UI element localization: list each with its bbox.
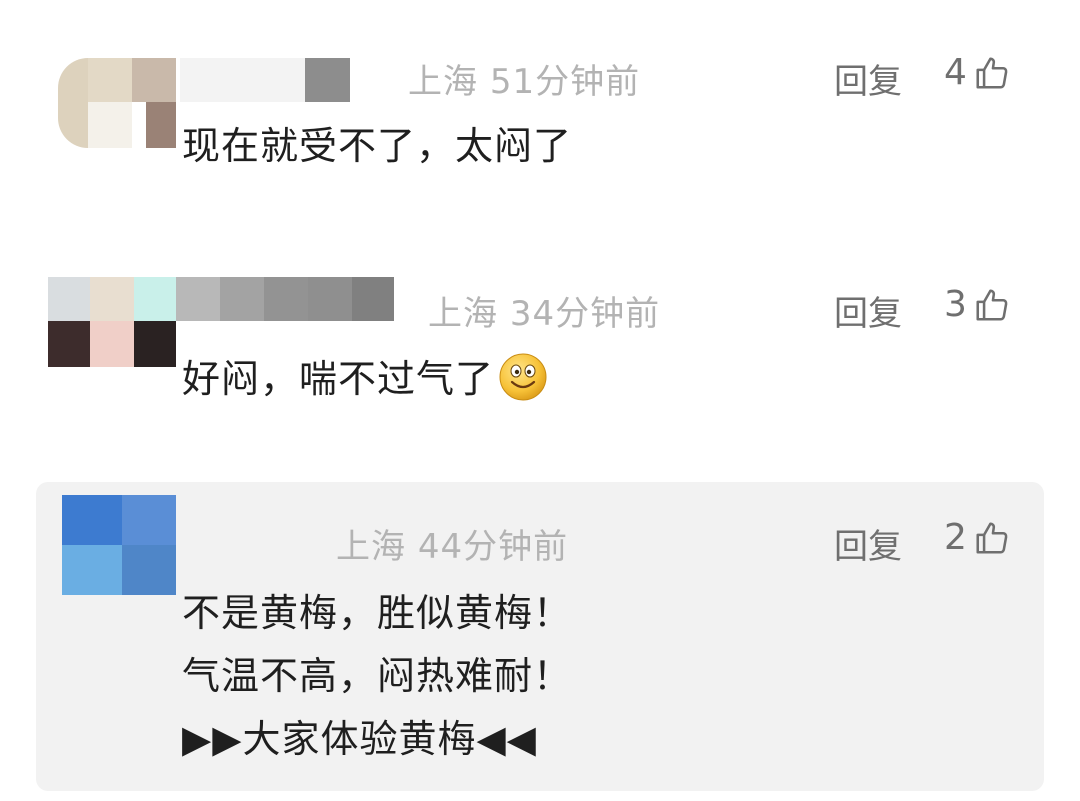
avatar[interactable] [58,58,176,148]
comment-text: 现在就受不了，太闷了 [182,115,572,178]
comment-location: 上海 [336,527,406,567]
comment-time: 34分钟前 [509,294,661,334]
like-count: 2 [944,517,967,558]
reply-button[interactable]: 回复 [834,519,902,568]
comment-time: 51分钟前 [489,62,641,102]
comment-item: 上海 34分钟前 回复 3 好闷，喘不过气了 [0,250,1080,460]
reply-button[interactable]: 回复 [834,286,902,335]
comment-line: ▶▶大家体验黄梅◀◀ [182,717,537,761]
thumbs-up-icon [976,56,1008,89]
like-count: 3 [944,284,967,325]
comment-line: 好闷，喘不过气了 [182,348,548,411]
comment-location: 上海 [408,62,478,102]
comment-meta: 上海 51分钟前 [408,54,640,103]
comment-location: 上海 [428,294,498,334]
thumbs-up-icon [976,521,1008,554]
like-button[interactable]: 4 [944,52,1011,93]
comment-line: 现在就受不了，太闷了 [182,124,573,168]
like-button[interactable]: 2 [944,517,1011,558]
comment-line: 气温不高，闷热难耐！ [182,654,573,698]
username-blurred[interactable] [180,58,350,102]
comment-line-text: 好闷，喘不过气了 [182,357,495,401]
comment-item-highlighted: 上海 44分钟前 回复 2 不是黄梅，胜似黄梅！ 气温不高，闷热难耐！ ▶▶大家… [36,482,1044,791]
comment-text: 好闷，喘不过气了 [182,348,548,411]
like-count: 4 [944,52,967,93]
smile-emoji-icon [499,353,547,401]
comment-text: 不是黄梅，胜似黄梅！ 气温不高，闷热难耐！ ▶▶大家体验黄梅◀◀ [182,582,572,771]
like-button[interactable]: 3 [944,284,1011,325]
comment-line: 不是黄梅，胜似黄梅！ [182,591,573,635]
avatar[interactable] [62,495,176,595]
comment-meta: 上海 34分钟前 [428,286,660,335]
comment-time: 44分钟前 [417,527,569,567]
username-blurred[interactable] [176,277,394,321]
avatar[interactable] [48,277,176,367]
reply-button[interactable]: 回复 [834,54,902,103]
comment-meta: 上海 44分钟前 [336,519,568,568]
thumbs-up-icon [976,288,1008,321]
comment-item: 上海 51分钟前 回复 4 现在就受不了，太闷了 [0,0,1080,240]
